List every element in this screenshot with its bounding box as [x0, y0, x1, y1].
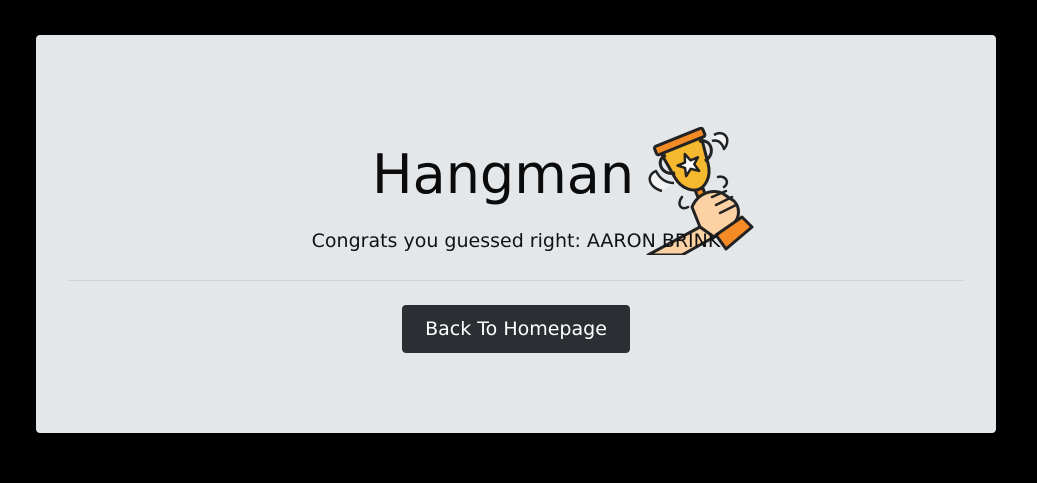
back-to-homepage-button[interactable]: Back To Homepage: [402, 305, 630, 353]
page-title: Hangman: [372, 143, 635, 206]
divider: [68, 280, 964, 281]
result-message: Congrats you guessed right: AARON BRINK: [311, 230, 721, 252]
result-card: Hangman Congrats you guessed right: AARO…: [36, 35, 996, 433]
title-row: Hangman: [36, 127, 996, 255]
